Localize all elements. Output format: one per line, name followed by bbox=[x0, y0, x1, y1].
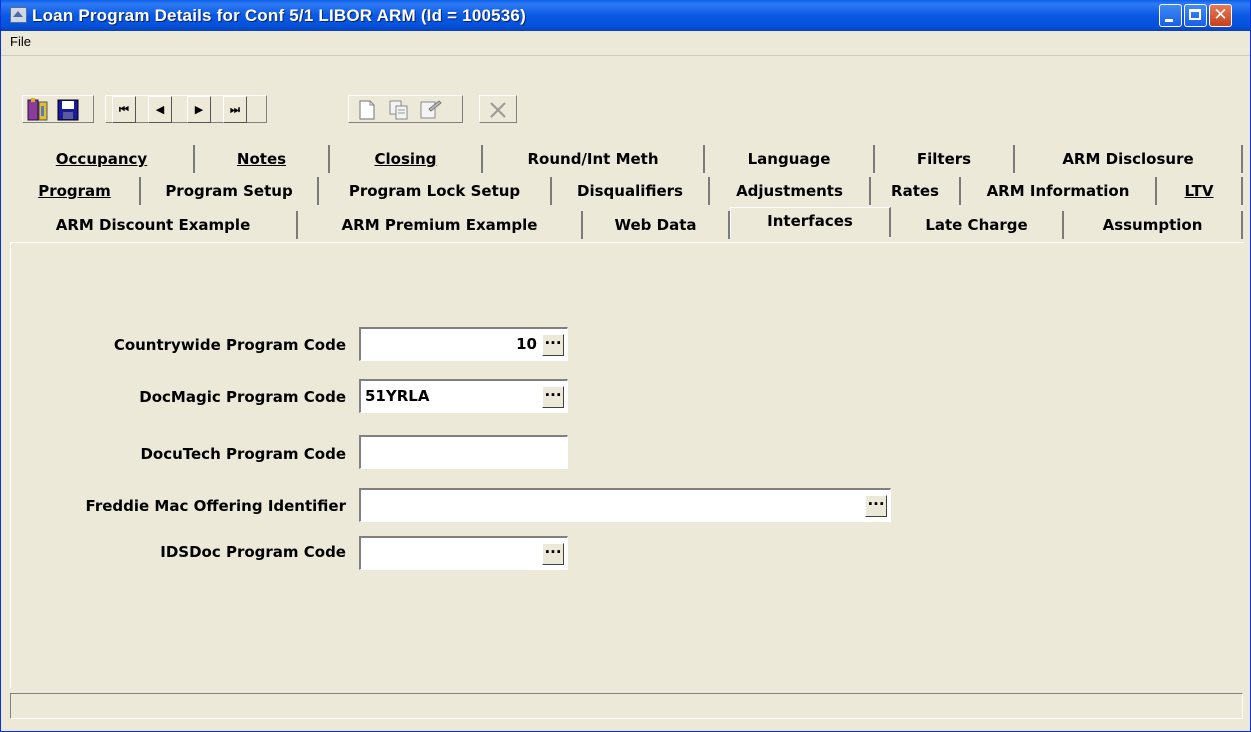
new-document-icon[interactable] bbox=[356, 99, 378, 121]
tab-label: LTV bbox=[1184, 182, 1214, 200]
tab-label: Program bbox=[38, 182, 111, 200]
close-button[interactable]: ✕ bbox=[1209, 4, 1232, 27]
close-icon: ✕ bbox=[1213, 5, 1228, 25]
tab-label: Rates bbox=[891, 182, 939, 200]
countrywide-value: 10 bbox=[516, 335, 537, 353]
tab-interfaces[interactable]: Interfaces bbox=[730, 207, 891, 237]
countrywide-program-code-field[interactable]: 10 ... bbox=[359, 327, 568, 361]
tab-label: Assumption bbox=[1102, 216, 1203, 234]
docmagic-label: DocMagic Program Code bbox=[139, 388, 346, 406]
last-record-button[interactable]: ⏭ bbox=[223, 96, 247, 123]
tab-program-lock-setup[interactable]: Program Lock Setup bbox=[319, 177, 552, 205]
idsdoc-program-code-field[interactable]: ... bbox=[359, 536, 568, 570]
ellipsis-icon: ... bbox=[544, 539, 562, 557]
first-record-icon: ⏮ bbox=[119, 103, 129, 116]
ellipsis-icon: ... bbox=[544, 382, 562, 400]
freddie-mac-label: Freddie Mac Offering Identifier bbox=[85, 497, 346, 515]
copy-icon[interactable] bbox=[388, 99, 410, 121]
ellipsis-icon: ... bbox=[544, 330, 562, 348]
maximize-button[interactable] bbox=[1184, 4, 1207, 27]
tab-label: Late Charge bbox=[925, 216, 1028, 234]
tab-language[interactable]: Language bbox=[705, 145, 875, 173]
floppy-disk-icon[interactable] bbox=[56, 98, 82, 122]
tab-row-1: Occupancy Notes Closing Round/Int Meth L… bbox=[1, 145, 1251, 174]
tab-filters[interactable]: Filters bbox=[875, 145, 1015, 173]
countrywide-lookup-button[interactable]: ... bbox=[542, 330, 564, 356]
tab-occupancy[interactable]: Occupancy bbox=[10, 145, 195, 173]
freddie-mac-offering-identifier-field[interactable]: ... bbox=[359, 488, 891, 522]
menu-bar: File bbox=[1, 31, 1250, 56]
tab-row-2: Program Program Setup Program Lock Setup… bbox=[1, 177, 1251, 206]
tab-program-setup[interactable]: Program Setup bbox=[141, 177, 319, 205]
tab-label: ARM Information bbox=[986, 182, 1130, 200]
previous-record-icon: ◀ bbox=[155, 103, 165, 116]
tab-round-int-meth[interactable]: Round/Int Meth bbox=[483, 145, 705, 173]
interfaces-panel bbox=[10, 242, 1244, 688]
tab-assumption[interactable]: Assumption bbox=[1064, 211, 1243, 239]
tab-disqualifiers[interactable]: Disqualifiers bbox=[552, 177, 710, 205]
docmagic-value: 51YRLA bbox=[365, 387, 430, 405]
tab-rates[interactable]: Rates bbox=[871, 177, 961, 205]
tab-label: Filters bbox=[916, 150, 972, 168]
tab-label: Interfaces bbox=[767, 212, 853, 230]
tab-label: Web Data bbox=[614, 216, 697, 234]
tab-label: Disqualifiers bbox=[577, 182, 683, 200]
tab-label: ARM Premium Example bbox=[341, 216, 538, 234]
loan-program-window: Loan Program Details for Conf 5/1 LIBOR … bbox=[0, 0, 1251, 732]
menu-file[interactable]: File bbox=[10, 34, 31, 49]
tab-arm-premium-example[interactable]: ARM Premium Example bbox=[298, 211, 583, 239]
tab-label: Program Lock Setup bbox=[348, 182, 521, 200]
tab-label: ARM Disclosure bbox=[1062, 150, 1194, 168]
tab-program[interactable]: Program bbox=[10, 177, 141, 205]
tab-row-3: ARM Discount Example ARM Premium Example… bbox=[1, 207, 1251, 240]
tab-closing[interactable]: Closing bbox=[330, 145, 483, 173]
app-icon bbox=[10, 7, 27, 23]
minimize-button[interactable] bbox=[1159, 4, 1182, 27]
tab-adjustments[interactable]: Adjustments bbox=[710, 177, 871, 205]
tab-label: Language bbox=[747, 150, 831, 168]
previous-record-button[interactable]: ◀ bbox=[148, 96, 172, 123]
last-record-icon: ⏭ bbox=[230, 103, 240, 116]
idsdoc-label: IDSDoc Program Code bbox=[160, 543, 346, 561]
tab-label: Adjustments bbox=[736, 182, 843, 200]
next-record-icon: ▶ bbox=[194, 103, 204, 116]
tab-arm-disclosure[interactable]: ARM Disclosure bbox=[1015, 145, 1243, 173]
tab-ltv[interactable]: LTV bbox=[1157, 177, 1243, 205]
properties-icon[interactable] bbox=[419, 99, 443, 121]
docmagic-program-code-field[interactable]: 51YRLA ... bbox=[359, 379, 568, 413]
docmagic-lookup-button[interactable]: ... bbox=[542, 382, 564, 408]
tab-web-data[interactable]: Web Data bbox=[583, 211, 730, 239]
title-bar[interactable]: Loan Program Details for Conf 5/1 LIBOR … bbox=[1, 0, 1250, 31]
docutech-program-code-field[interactable] bbox=[359, 435, 568, 469]
tab-label: Program Setup bbox=[165, 182, 293, 200]
countrywide-label: Countrywide Program Code bbox=[113, 336, 346, 354]
first-record-button[interactable]: ⏮ bbox=[112, 96, 136, 123]
tab-label: Notes bbox=[236, 150, 287, 168]
window-title: Loan Program Details for Conf 5/1 LIBOR … bbox=[32, 6, 526, 25]
tab-label: Round/Int Meth bbox=[527, 150, 659, 168]
tab-arm-information[interactable]: ARM Information bbox=[961, 177, 1157, 205]
tab-arm-discount-example[interactable]: ARM Discount Example bbox=[10, 211, 298, 239]
tab-notes[interactable]: Notes bbox=[195, 145, 330, 173]
exit-door-icon[interactable] bbox=[26, 98, 52, 122]
tab-late-charge[interactable]: Late Charge bbox=[891, 211, 1064, 239]
freddie-mac-lookup-button[interactable]: ... bbox=[865, 491, 887, 517]
status-bar bbox=[10, 693, 1243, 719]
next-record-button[interactable]: ▶ bbox=[187, 96, 211, 123]
idsdoc-lookup-button[interactable]: ... bbox=[542, 539, 564, 565]
tab-label: ARM Discount Example bbox=[55, 216, 251, 234]
ellipsis-icon: ... bbox=[867, 491, 885, 509]
tab-label: Occupancy bbox=[55, 150, 148, 168]
tab-label: Closing bbox=[374, 150, 437, 168]
docutech-label: DocuTech Program Code bbox=[140, 445, 346, 463]
delete-x-icon[interactable] bbox=[487, 99, 509, 121]
